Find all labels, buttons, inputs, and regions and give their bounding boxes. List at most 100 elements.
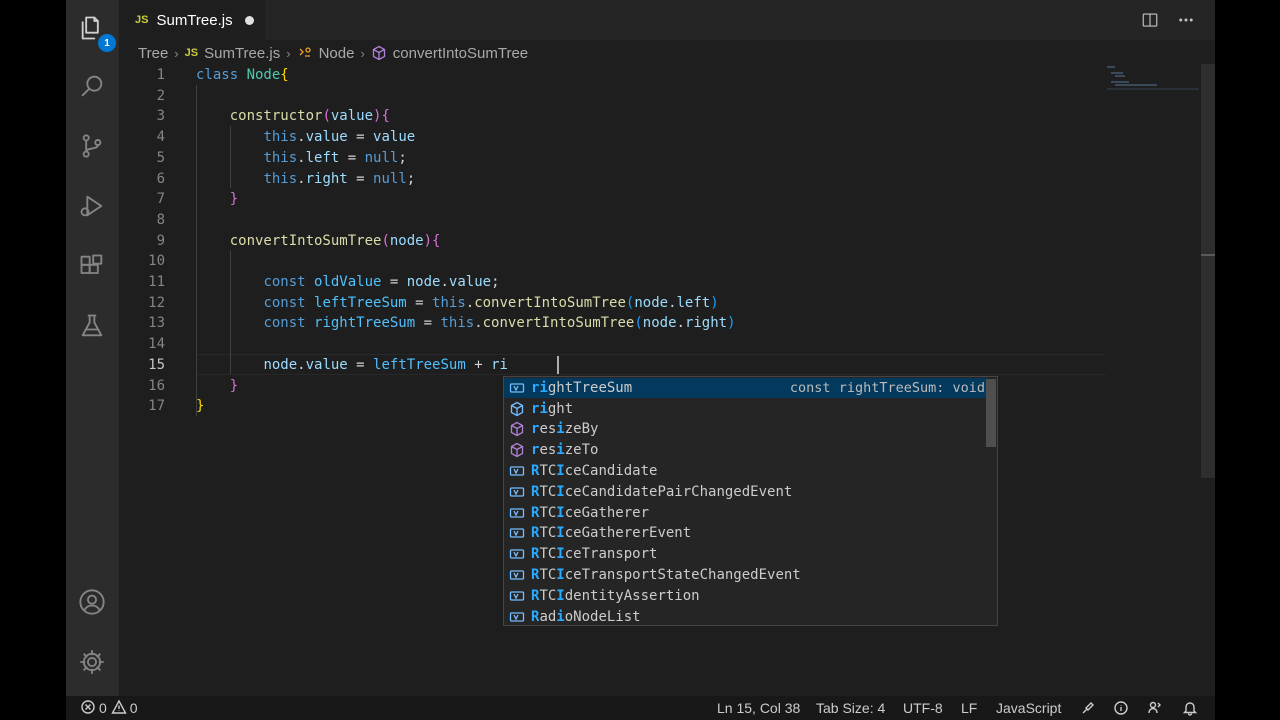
suggest-scrollbar[interactable] [986,379,996,447]
error-count: 0 [99,700,107,716]
suggestion-item[interactable]: RadioNodeList [504,606,987,627]
code-token: node [263,356,298,373]
suggestion-item[interactable]: resizeBy [504,419,987,440]
vertical-scrollbar[interactable] [1201,64,1215,478]
extensions-icon[interactable] [72,246,112,286]
suggestion-item[interactable]: RTCIdentityAssertion [504,586,987,607]
code-token: = [381,274,407,290]
format-brush-icon[interactable] [1080,696,1096,720]
breadcrumb-folder[interactable]: Tree [138,45,168,62]
code-line: class Node{ [196,65,289,86]
code-line: convertIntoSumTree(node){ [196,231,441,252]
suggestion-item[interactable]: RTCIceCandidate [504,461,987,482]
tab-bar: JS SumTree.js [119,0,1215,40]
suggestion-item[interactable]: RTCIceCandidatePairChangedEvent [504,482,987,503]
method-symbol-icon [509,442,525,458]
run-and-debug-icon[interactable] [72,186,112,226]
suggestion-item[interactable]: RTCIceTransport [504,544,987,565]
code-token: this [263,170,298,187]
encoding[interactable]: UTF-8 [903,696,943,720]
method-symbol-icon [509,421,525,437]
code-line: } [196,396,204,417]
source-control-icon[interactable] [72,126,112,166]
code-token: . [474,315,483,332]
variable-symbol-icon [509,505,525,521]
tab-title: SumTree.js [156,11,233,29]
code-line: this.right = null; [196,169,415,190]
breadcrumb-method[interactable]: convertIntoSumTree [393,45,528,62]
feedback-icon[interactable] [1147,696,1163,720]
code-token: ) [710,294,719,311]
code-token: this [263,149,298,166]
notifications-bell-icon[interactable] [1182,696,1198,720]
search-icon[interactable] [72,66,112,106]
split-editor-icon[interactable] [1138,8,1162,32]
line-number: 6 [156,170,165,187]
explorer-icon[interactable]: 1 [72,8,116,52]
code-token: this [432,294,466,311]
code-token: ; [406,170,416,187]
text-cursor [557,356,559,374]
suggestion-label: resizeTo [531,442,599,459]
info-icon[interactable] [1113,696,1129,720]
suggestion-label: RTCIceCandidate [531,463,658,480]
line-number: 17 [148,398,165,415]
variable-symbol-icon [509,484,525,500]
breadcrumb-class[interactable]: Node [319,45,355,62]
suggestion-label: RTCIceTransportStateChangedEvent [531,567,801,584]
code-token: . [297,149,306,166]
code-token: node [406,274,441,290]
line-number: 11 [148,274,165,290]
code-token: oldValue [314,274,382,290]
suggestion-item[interactable]: RTCIceTransportStateChangedEvent [504,565,987,586]
chevron-right-icon: › [360,45,365,61]
testing-icon[interactable] [72,306,112,346]
code-token: ; [398,149,407,166]
autocomplete-suggest-widget[interactable]: rightTreeSum const rightTreeSum: void righ… [503,376,998,626]
manage-gear-icon[interactable] [72,642,112,682]
code-line: this.value = value [196,127,415,148]
language-mode[interactable]: JavaScript [996,696,1061,720]
line-number: 4 [156,129,165,146]
more-actions-icon[interactable] [1174,8,1198,32]
code-token: leftTreeSum [373,356,466,373]
code-token: left [305,149,340,166]
line-number: 12 [148,294,165,311]
suggestion-item[interactable]: RTCIceGatherer [504,502,987,523]
breadcrumb-file[interactable]: SumTree.js [204,45,280,62]
vscode-window: 1 JS SumTree.js Tree › JS SumTree.js › N… [66,0,1215,720]
code-token: node [642,315,677,332]
code-token: class [196,67,247,83]
code-token: } [229,191,239,208]
code-token: { [280,67,289,83]
code-line: this.left = null; [196,148,407,169]
suggestion-item[interactable]: RTCIceGathererEvent [504,523,987,544]
cursor-position[interactable]: Ln 15, Col 38 [717,696,800,720]
suggestion-item[interactable]: resizeTo [504,440,987,461]
end-of-line[interactable]: LF [961,696,977,720]
suggestion-label: right [531,400,574,417]
code-token: value [373,129,416,146]
problems-indicator[interactable]: 0 0 [80,696,138,720]
code-token: null [373,170,407,187]
tab-sumtree-js[interactable]: JS SumTree.js [119,0,265,40]
minimap[interactable] [1107,64,1199,94]
code-token: ( [381,232,390,249]
js-file-icon: JS [184,47,199,59]
breadcrumb: Tree › JS SumTree.js › Node › convertInt… [138,42,528,64]
js-file-icon: JS [135,14,149,26]
line-number: 14 [148,336,165,353]
variable-symbol-icon [509,567,525,583]
code-token: rightTreeSum [314,315,416,332]
code-line: const rightTreeSum = this.convertIntoSum… [196,313,735,334]
suggestion-label: RTCIdentityAssertion [531,587,700,604]
variable-symbol-icon [509,380,525,396]
unsaved-dot-icon[interactable] [244,15,254,25]
tab-size[interactable]: Tab Size: 4 [816,696,885,720]
suggestion-item[interactable]: rightTreeSum const rightTreeSum: void [504,377,987,399]
suggestion-item[interactable]: right [504,398,987,419]
line-number: 8 [156,211,165,228]
accounts-icon[interactable] [72,582,112,622]
field-symbol-icon [509,401,525,417]
